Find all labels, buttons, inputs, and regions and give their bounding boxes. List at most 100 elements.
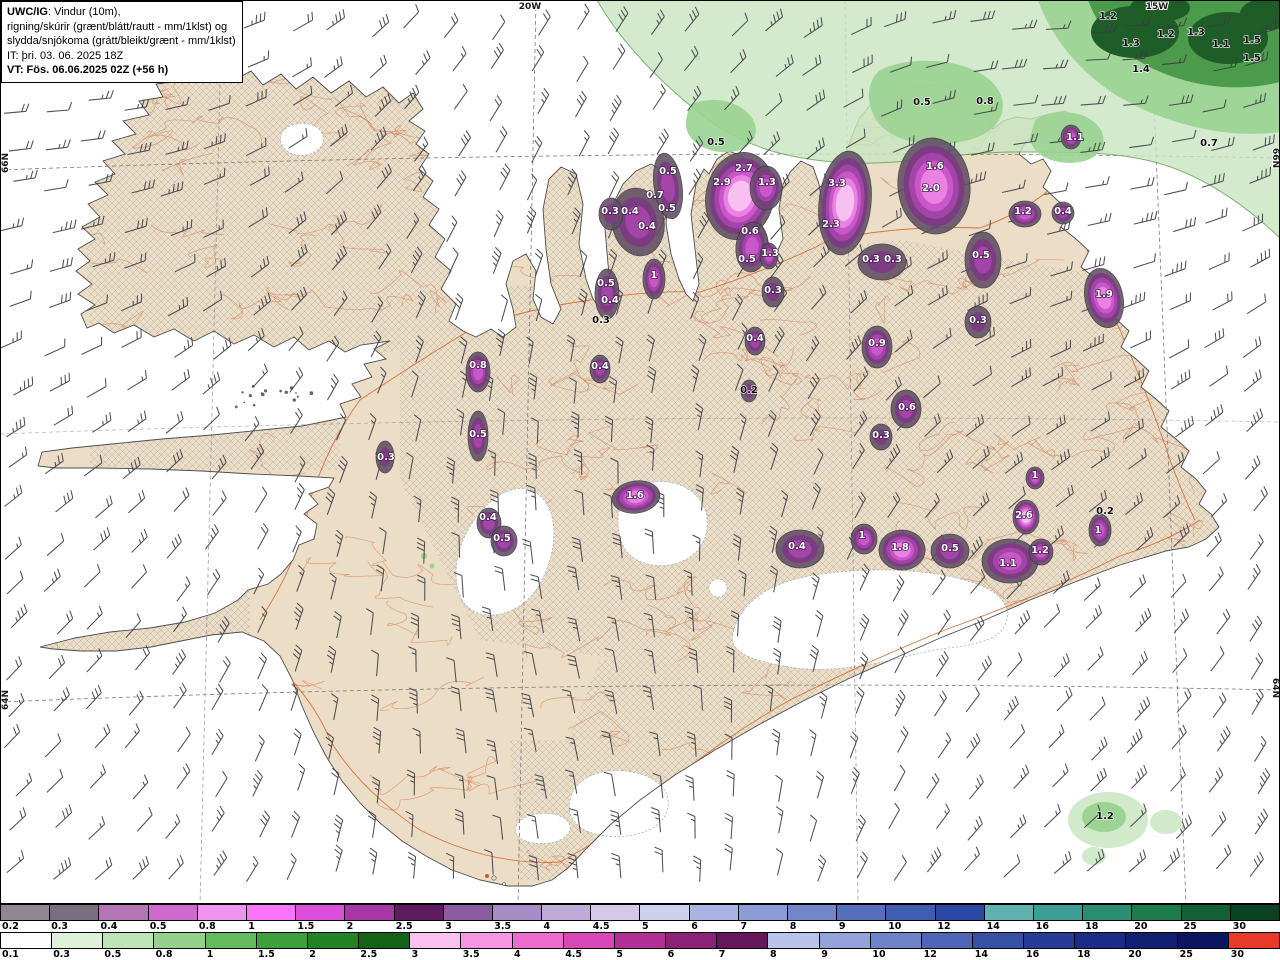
- precip-value-label: 0.4: [591, 361, 609, 372]
- colorbar-rain-labels: 0.1 0.3 0.5 0.8 1 1.5 2 2.5 3 3.5 4 4.5 5 6 7 8 9 10 12 14 1…: [0, 949, 1280, 960]
- precip-value-label: 1.6: [926, 161, 944, 172]
- precip-value-label: 2.3: [822, 219, 840, 230]
- colorbar-tick-label: 18: [1077, 949, 1091, 960]
- colorbar-tick-label: 1: [248, 921, 255, 932]
- precip-value-label: 0.5: [972, 250, 990, 261]
- colorbar-swatch: [205, 933, 257, 948]
- precip-value-label: 1.6: [626, 490, 644, 501]
- colorbar-tick-label: 14: [986, 921, 1000, 932]
- precip-value-label: 0.3: [764, 285, 782, 296]
- graticule-label: 64N: [1, 690, 11, 710]
- precip-value-label: 3.3: [828, 178, 846, 189]
- colorbar-swatch: [103, 933, 155, 948]
- precip-value-label: 1.1: [1066, 132, 1084, 143]
- graticule-label: 66N: [1270, 148, 1280, 168]
- valid-time: VT: Fös. 06.06.2025 02Z (+56 h): [7, 64, 169, 77]
- precip-value-label: 0.3: [377, 452, 395, 463]
- precip-value-label: 1: [651, 270, 658, 281]
- precip-value-label: 1.3: [1187, 27, 1205, 38]
- colorbar-tick-label: 0.5: [149, 921, 167, 932]
- colorbar-tick-label: 1.5: [258, 949, 275, 960]
- colorbar-tick-label: 20: [1134, 921, 1148, 932]
- precip-value-label: 0.5: [469, 429, 487, 440]
- colorbar-tick-label: 4: [543, 921, 551, 932]
- colorbar-swatch: [666, 933, 718, 948]
- islet: [279, 389, 283, 393]
- colorbar-tick-label: 14: [974, 949, 989, 960]
- colorbar-tick-label: 0.4: [100, 921, 118, 932]
- colorbar-swatch: [1132, 905, 1182, 920]
- precip-value-label: 0.5: [913, 97, 931, 108]
- precip-value-label: 0.5: [658, 203, 676, 214]
- island-vestmannaeyjar: [491, 875, 497, 881]
- precip-value-label: 1.5: [1243, 35, 1261, 46]
- islet: [243, 401, 246, 404]
- colorbar-tick-label: 0.3: [53, 949, 71, 960]
- colorbar-tick-label: 7: [740, 921, 748, 932]
- colorbar-swatch: [935, 905, 985, 920]
- colorbar-tick-label: 20: [1128, 949, 1142, 960]
- precip-value-label: 1.2: [1014, 206, 1032, 217]
- islet: [295, 392, 297, 394]
- colorbar-tick-label: 10: [888, 921, 902, 932]
- precip-value-label: 0.6: [898, 402, 916, 413]
- precip-value-label: 0.2: [740, 385, 758, 396]
- precip-value-label: 1.9: [1095, 289, 1113, 300]
- graticule-label: 20W: [519, 2, 542, 12]
- colorbar-swatch: [1024, 933, 1076, 948]
- precip-value-label: 1.3: [761, 248, 779, 259]
- islet: [234, 405, 238, 409]
- green-speck-2: [429, 563, 435, 569]
- colorbar-tick-label: 12: [937, 921, 951, 932]
- colorbar-swatch: [394, 905, 444, 920]
- precip-value-label: 1: [859, 530, 866, 541]
- colorbar-tick-label: 16: [1026, 949, 1040, 960]
- islet: [296, 395, 299, 398]
- title-line-3: slydda/snjókoma (grátt/bleikt/grænt - mm…: [7, 35, 236, 48]
- colorbar-tick-label: 8: [789, 921, 797, 932]
- colorbar-tick-label: 2: [346, 921, 354, 932]
- colorbar-tick-label: 2: [309, 949, 316, 960]
- precip-value-label: 0.3: [884, 254, 902, 265]
- colorbar-rain: 0.1 0.3 0.5 0.8 1 1.5 2 2.5 3 3.5 4 4.5 5 6 7 8 9 10 12 14 1…: [0, 932, 1280, 960]
- colorbar-swatch: [197, 905, 247, 920]
- colorbar-tick-label: 0.1: [2, 949, 19, 960]
- precip-value-label: 0.5: [738, 254, 756, 265]
- graticule-label: 15W: [1146, 2, 1169, 12]
- colorbar-swatch: [689, 905, 739, 920]
- precip-value-label: 0.5: [707, 137, 725, 148]
- precip-value-label: 2.9: [713, 177, 731, 188]
- colorbar-tick-label: 16: [1035, 921, 1050, 932]
- colorbar-swatch: [1230, 905, 1280, 920]
- precip-value-label: 1.1: [1212, 39, 1230, 50]
- legend-colorbars: 0.2 0.3 0.4 0.5 0.8 1 1.5 2 2.5 3 3.5 4 4.5 5 6 7 8 9 10 12…: [0, 904, 1280, 960]
- colorbar-sleet-snow-swatches: [0, 904, 1280, 921]
- colorbar-swatch: [837, 905, 887, 920]
- colorbar-swatch: [640, 905, 690, 920]
- colorbar-swatch: [154, 933, 206, 948]
- station-marker: [485, 874, 489, 878]
- colorbar-swatch: [542, 905, 592, 920]
- precip-value-label: 0.2: [1096, 506, 1114, 517]
- colorbar-tick-label: 4.5: [565, 949, 583, 960]
- islet: [284, 390, 288, 394]
- colorbar-swatch: [461, 933, 513, 948]
- colorbar-tick-label: 0.5: [104, 949, 122, 960]
- precip-value-label: 0.6: [741, 226, 759, 237]
- colorbar-tick-label: 6: [691, 921, 698, 932]
- colorbar-swatch: [870, 933, 922, 948]
- islet: [252, 403, 256, 407]
- colorbar-swatch: [443, 905, 493, 920]
- colorbar-tick-label: 30: [1232, 921, 1247, 932]
- precip-value-label: 0.5: [493, 533, 511, 544]
- colorbar-swatch: [1033, 905, 1084, 920]
- precip-value-label: 2.6: [1015, 510, 1033, 521]
- colorbar-tick-label: 12: [923, 949, 937, 960]
- precip-value-label: 0.4: [746, 333, 764, 344]
- colorbar-tick-label: 18: [1085, 921, 1099, 932]
- precip-value-label: 0.7: [1200, 138, 1218, 149]
- colorbar-tick-label: 30: [1230, 949, 1245, 960]
- precip-value-label: 1: [1095, 525, 1102, 536]
- colorbar-tick-label: 9: [821, 949, 828, 960]
- islet: [309, 391, 314, 396]
